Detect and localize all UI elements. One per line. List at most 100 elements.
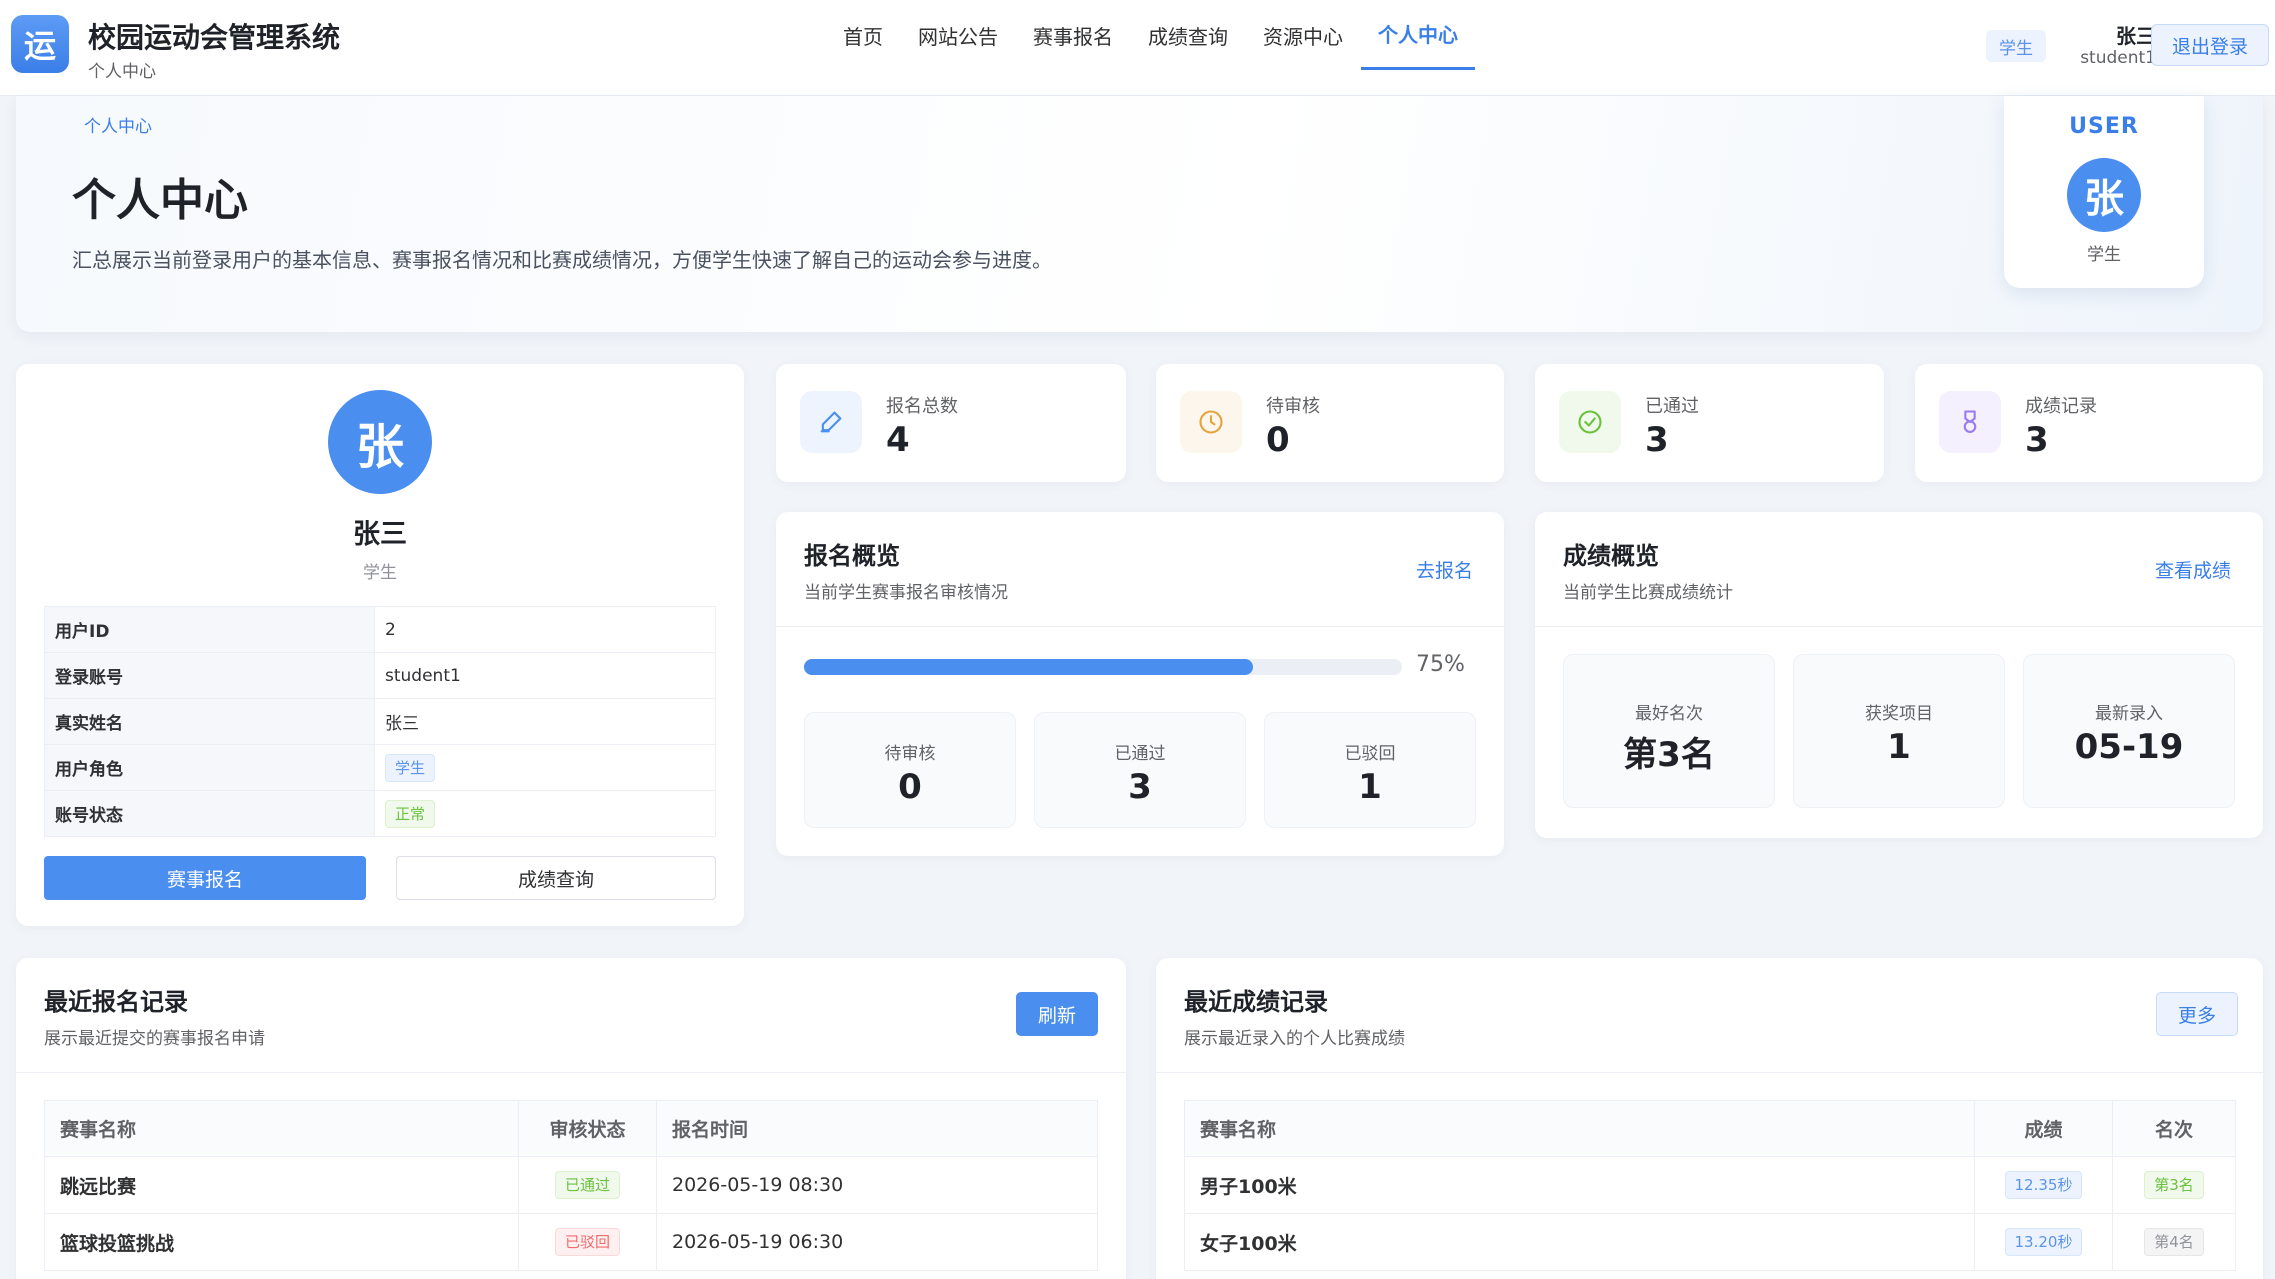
column-header[interactable]: 名次 (2112, 1100, 2236, 1157)
section-title: 成绩概览 (1563, 542, 1659, 570)
profile-info-table: 用户ID 2 登录账号 student1 真实姓名 张三 用户角色 学生 账号状… (44, 606, 716, 837)
stat-card-pending: 待审核 0 (1156, 364, 1504, 482)
profile-name: 张三 (353, 519, 407, 550)
info-row-real-name: 真实姓名 张三 (44, 698, 716, 745)
breadcrumb[interactable]: 个人中心 (84, 112, 152, 137)
event-name: 女子100米 (1184, 1213, 1975, 1271)
app-logo[interactable]: 运 (11, 15, 69, 73)
info-value: 2 (374, 606, 716, 653)
score-query-button[interactable]: 成绩查询 (396, 856, 716, 900)
section-subtitle: 当前学生赛事报名审核情况 (804, 583, 1008, 603)
mini-stat-rejected: 已驳回 1 (1264, 712, 1476, 828)
nav-home[interactable]: 首页 (826, 0, 900, 70)
info-key: 账号状态 (44, 790, 375, 837)
hero-banner: 个人中心 个人中心 汇总展示当前登录用户的基本信息、赛事报名情况和比赛成绩情况，… (16, 96, 2263, 332)
column-header[interactable]: 成绩 (1974, 1100, 2113, 1157)
mini-label: 最好名次 (1635, 704, 1703, 724)
mini-value: 第3名 (1623, 735, 1715, 775)
mini-value: 1 (1887, 727, 1911, 767)
view-scores-link[interactable]: 查看成绩 (2155, 556, 2231, 583)
column-header[interactable]: 赛事名称 (1184, 1100, 1975, 1157)
rank-badge: 第4名 (2144, 1228, 2204, 1256)
mini-stat-latest-entry: 最新录入 05-19 (2023, 654, 2235, 808)
score-cell: 12.35秒 (1974, 1156, 2113, 1214)
event-name: 男子100米 (1184, 1156, 1975, 1214)
signup-overview-card: 报名概览 当前学生赛事报名审核情况 去报名 75% 待审核 0 已通过 3 已驳… (776, 512, 1504, 856)
signup-time: 2026-05-19 06:30 (656, 1213, 1098, 1271)
page-description: 汇总展示当前登录用户的基本信息、赛事报名情况和比赛成绩情况，方便学生快速了解自己… (72, 248, 1052, 272)
clock-icon (1180, 391, 1242, 453)
score-overview-card: 成绩概览 当前学生比赛成绩统计 查看成绩 最好名次 第3名 获奖项目 1 最新录… (1535, 512, 2263, 838)
profile-role: 学生 (363, 563, 397, 583)
check-circle-icon (1559, 391, 1621, 453)
mini-value: 05-19 (2074, 727, 2184, 767)
progress-fill (804, 659, 1253, 675)
table-row[interactable]: 女子100米 13.20秒 第4名 (1184, 1213, 2236, 1271)
column-header[interactable]: 报名时间 (656, 1100, 1098, 1157)
main-nav: 首页 网站公告 赛事报名 成绩查询 资源中心 个人中心 (826, 0, 1476, 96)
section-title: 最近报名记录 (44, 988, 188, 1016)
mini-value: 3 (1128, 767, 1152, 807)
info-key: 真实姓名 (44, 698, 375, 745)
info-value: student1 (374, 652, 716, 699)
status-cell: 已驳回 (518, 1213, 657, 1271)
column-header[interactable]: 审核状态 (518, 1100, 657, 1157)
user-summary-card: USER 张 学生 (2004, 96, 2204, 288)
stat-value: 3 (2025, 420, 2049, 460)
header-user-name: 张三 (2116, 24, 2156, 48)
user-card-label: USER (2069, 114, 2139, 139)
info-value: 张三 (374, 698, 716, 745)
score-badge: 12.35秒 (2004, 1171, 2083, 1199)
refresh-button[interactable]: 刷新 (1016, 992, 1098, 1036)
info-key: 用户角色 (44, 744, 375, 791)
rank-badge: 第3名 (2144, 1171, 2204, 1199)
go-signup-link[interactable]: 去报名 (1416, 556, 1473, 583)
nav-profile[interactable]: 个人中心 (1361, 0, 1475, 70)
avatar: 张 (2067, 158, 2141, 232)
score-badge: 13.20秒 (2004, 1228, 2083, 1256)
mini-label: 待审核 (884, 744, 936, 764)
stat-label: 待审核 (1266, 396, 1320, 417)
mini-stat-approved: 已通过 3 (1034, 712, 1246, 828)
pencil-icon (800, 391, 862, 453)
status-badge: 正常 (385, 799, 436, 828)
medal-icon (1939, 391, 2001, 453)
recent-signups-card: 最近报名记录 展示最近提交的赛事报名申请 刷新 赛事名称 审核状态 报名时间 跳… (16, 958, 1126, 1279)
stat-label: 报名总数 (886, 396, 958, 417)
role-badge: 学生 (1986, 30, 2046, 62)
table-row[interactable]: 篮球投篮挑战 已驳回 2026-05-19 06:30 (44, 1213, 1098, 1271)
top-navbar: 运 校园运动会管理系统 个人中心 首页 网站公告 赛事报名 成绩查询 资源中心 … (0, 0, 2275, 96)
mini-label: 获奖项目 (1865, 704, 1933, 724)
mini-value: 1 (1358, 767, 1382, 807)
divider (16, 1072, 1126, 1073)
info-row-account: 登录账号 student1 (44, 652, 716, 699)
logout-button[interactable]: 退出登录 (2151, 24, 2269, 66)
status-cell: 已通过 (518, 1156, 657, 1214)
table-row[interactable]: 男子100米 12.35秒 第3名 (1184, 1156, 2236, 1214)
mini-stat-awards: 获奖项目 1 (1793, 654, 2005, 808)
info-value-cell: 正常 (374, 790, 716, 837)
stat-card-total-signups: 报名总数 4 (776, 364, 1126, 482)
table-row[interactable]: 跳远比赛 已通过 2026-05-19 08:30 (44, 1156, 1098, 1214)
nav-score-query[interactable]: 成绩查询 (1131, 0, 1245, 70)
profile-card: 张 张三 学生 用户ID 2 登录账号 student1 真实姓名 张三 用户角… (16, 364, 744, 926)
progress-percent: 75% (1416, 652, 1465, 677)
info-row-user-id: 用户ID 2 (44, 606, 716, 653)
nav-event-signup[interactable]: 赛事报名 (1016, 0, 1130, 70)
column-header[interactable]: 赛事名称 (44, 1100, 519, 1157)
mini-label: 已驳回 (1344, 744, 1396, 764)
header-user-account: student1 (2080, 48, 2156, 68)
info-row-role: 用户角色 学生 (44, 744, 716, 791)
info-key: 用户ID (44, 606, 375, 653)
table-header: 赛事名称 成绩 名次 (1184, 1100, 2236, 1157)
event-signup-button[interactable]: 赛事报名 (44, 856, 366, 900)
section-title: 最近成绩记录 (1184, 988, 1328, 1016)
signups-table: 赛事名称 审核状态 报名时间 跳远比赛 已通过 2026-05-19 08:30… (44, 1100, 1098, 1271)
nav-resources[interactable]: 资源中心 (1246, 0, 1360, 70)
role-tag: 学生 (385, 753, 436, 782)
divider (776, 626, 1504, 627)
more-button[interactable]: 更多 (2156, 992, 2238, 1036)
divider (1156, 1072, 2263, 1073)
nav-announcements[interactable]: 网站公告 (901, 0, 1015, 70)
stat-label: 已通过 (1645, 396, 1699, 417)
